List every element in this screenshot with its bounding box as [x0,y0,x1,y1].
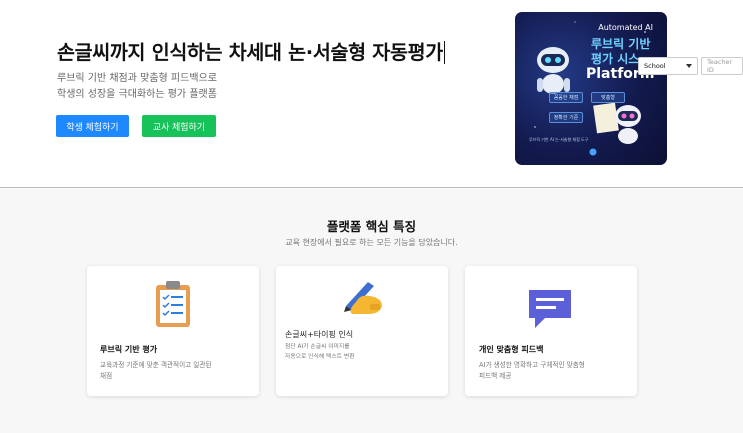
writing-hand-icon [344,282,382,314]
school-select[interactable]: School [638,57,698,75]
chevron-down-icon [686,64,692,68]
feature-card-desc-line1: 교육과정 기준에 맞춘 객관적이고 일관된 [100,361,212,369]
poster-line2: 평가 시스 [591,52,640,66]
feature-card-desc-line2: 채점 [100,372,113,380]
poster-tag: 맞춤형 [591,92,625,103]
hero-subtitle: 루브릭 기반 채점과 맞춤형 피드백으로 학생의 성장을 극대화하는 평가 플랫… [57,71,217,103]
feature-card-handwriting: 손글씨+타이핑 인식 첨단 AI가 손글씨 이미지를 자동으로 인식해 텍스트 … [276,266,448,396]
feature-card-desc: 첨단 AI가 손글씨 이미지를 자동으로 인식해 텍스트 변환 [285,342,355,362]
feature-card-desc-line2: 피드백 제공 [479,372,512,380]
feature-card-rubric: 루브릭 기반 평가 교육과정 기준에 맞춘 객관적이고 일관된 채점 [87,266,259,396]
robot-icon [537,47,570,94]
features-subtitle: 교육 현장에서 필요로 하는 모든 기능을 담았습니다. [285,238,458,247]
poster-tag: 정확한 기준 [549,112,583,123]
student-trial-button[interactable]: 학생 체험하기 [56,115,129,137]
feature-card-desc-line1: AI가 생성한 명확하고 구체적인 맞춤형 [479,361,585,369]
features-title: 플랫폼 핵심 특징 [326,219,417,234]
hero-subtitle-line2: 학생의 성장을 극대화하는 평가 플랫폼 [57,89,217,100]
hero-subtitle-line1: 루브릭 기반 채점과 맞춤형 피드백으로 [57,73,217,84]
hero-title-text: 손글씨까지 인식하는 차세대 논·서술형 자동평가 [57,41,443,64]
teacher-id-input[interactable]: Teacher ID [701,57,743,75]
features-section: 플랫폼 핵심 특징 교육 현장에서 필요로 하는 모든 기능을 담았습니다. 루… [0,189,743,433]
hero-section: 손글씨까지 인식하는 차세대 논·서술형 자동평가 루브릭 기반 채점과 맞춤형… [0,0,743,188]
platform-poster-image: Automated AI 루브릭 기반 평가 시스 Platform 꼼꼼한 채… [515,12,667,165]
teacher-id-placeholder: Teacher ID [707,58,733,74]
poster-tag: 꼼꼼한 채점 [549,92,583,103]
feature-card-feedback: 개인 맞춤형 피드백 AI가 생성한 명확하고 구체적인 맞춤형 피드백 제공 [465,266,637,396]
feature-card-desc-line1: 첨단 AI가 손글씨 이미지를 [285,344,350,350]
poster-logo [589,148,597,156]
hero-title: 손글씨까지 인식하는 차세대 논·서술형 자동평가 [57,36,446,65]
poster-top-label: Automated AI [598,23,653,32]
text-caret [443,41,446,64]
chat-bubble-icon [529,290,571,328]
clipboard-checklist-icon [156,281,190,327]
school-select-value: School [644,62,666,70]
feature-card-title: 손글씨+타이핑 인식 [285,330,354,339]
feature-card-title: 개인 맞춤형 피드백 [479,345,544,354]
feature-card-desc: 교육과정 기준에 맞춘 객관적이고 일관된 채점 [100,360,212,382]
feature-card-title: 루브릭 기반 평가 [100,345,158,354]
feature-card-desc: AI가 생성한 명확하고 구체적인 맞춤형 피드백 제공 [479,360,585,382]
feature-card-desc-line2: 자동으로 인식해 텍스트 변환 [285,354,355,360]
logo-icon [589,148,597,156]
teacher-trial-button[interactable]: 교사 체험하기 [142,115,216,137]
poster-description: 루브릭 기반 AI 논·서술형 채점 도구 [529,137,589,142]
